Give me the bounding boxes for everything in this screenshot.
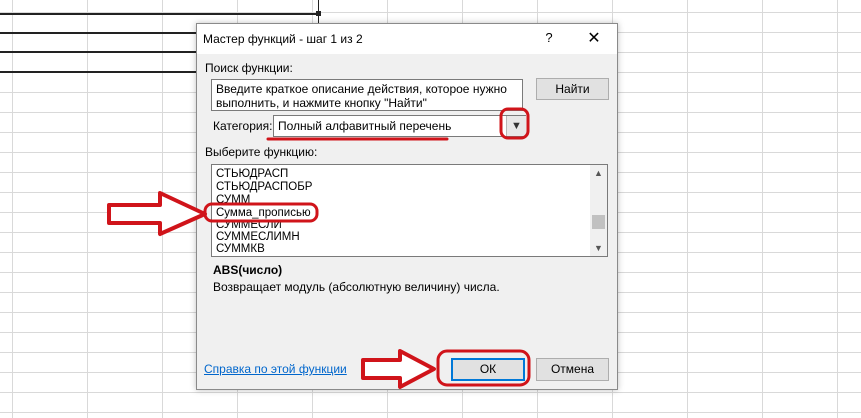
ok-highlight	[436, 349, 531, 387]
annotation-overlay	[107, 107, 531, 389]
red-arrow-icon	[107, 191, 207, 236]
function-highlight	[203, 202, 319, 223]
dropdown-highlight	[499, 107, 530, 140]
red-arrow-icon	[361, 349, 436, 389]
